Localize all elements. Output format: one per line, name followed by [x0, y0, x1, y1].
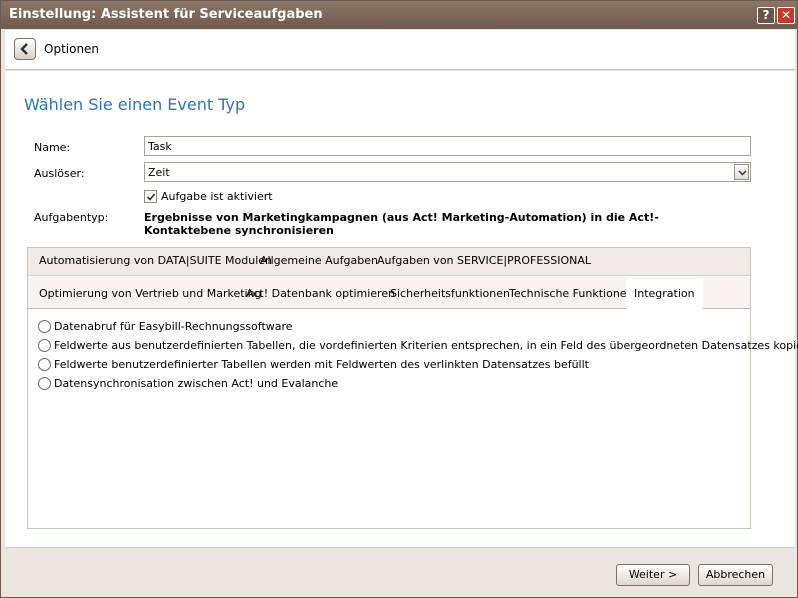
chevron-down-icon [738, 170, 747, 176]
dropdown-button[interactable] [734, 164, 749, 180]
window-title: Einstellung: Assistent für Serviceaufgab… [9, 7, 323, 22]
tab-technical[interactable]: Technische Funktionen [509, 287, 634, 300]
chevron-left-icon [20, 43, 28, 55]
name-label: Name: [34, 141, 71, 154]
wizard-window: Einstellung: Assistent für Serviceaufgab… [0, 0, 798, 598]
tab-security[interactable]: Sicherheitsfunktionen [390, 287, 510, 300]
tab-row-2: Optimierung von Vertrieb und Marketing A… [28, 277, 750, 309]
close-button[interactable]: ✕ [777, 7, 795, 24]
name-input[interactable]: Task [144, 136, 751, 156]
tab-general-tasks[interactable]: Allgemeine Aufgaben [260, 254, 378, 267]
tab-sales-marketing[interactable]: Optimierung von Vertrieb und Marketing [39, 287, 262, 300]
cancel-button[interactable]: Abbrechen [698, 564, 773, 586]
tab-data-suite-modules[interactable]: Automatisierung von DATA|SUITE Modulen [39, 254, 272, 267]
option-label[interactable]: Feldwerte aus benutzerdefinierten Tabell… [54, 339, 798, 352]
task-type-label: Aufgabentyp: [34, 211, 109, 224]
radio-button[interactable] [38, 358, 51, 371]
radio-button[interactable] [38, 339, 51, 352]
footer-bar: Weiter > Abbrechen [5, 547, 795, 595]
checkmark-icon [146, 193, 156, 201]
main-content: Wählen Sie einen Event Typ Name: Task Au… [5, 71, 798, 547]
option-label[interactable]: Datensynchronisation zwischen Act! und E… [54, 377, 338, 390]
trigger-select-value: Zeit [148, 166, 170, 179]
help-button[interactable]: ? [757, 7, 775, 24]
task-type-value: Ergebnisse von Marketingkampagnen (aus A… [144, 211, 659, 237]
tab-row-1: Automatisierung von DATA|SUITE Modulen A… [28, 248, 750, 276]
option-label[interactable]: Feldwerte benutzerdefinierter Tabellen w… [54, 358, 589, 371]
option-label[interactable]: Datenabruf für Easybill-Rechnungssoftwar… [54, 320, 293, 333]
radio-button[interactable] [38, 320, 51, 333]
back-label[interactable]: Optionen [44, 42, 99, 56]
task-tabs-panel: Automatisierung von DATA|SUITE Modulen A… [27, 247, 798, 529]
active-checkbox[interactable] [144, 190, 157, 203]
radio-button[interactable] [38, 377, 51, 390]
title-bar: Einstellung: Assistent für Serviceaufgab… [1, 1, 797, 29]
tab-database-optimize[interactable]: Act! Datenbank optimieren [246, 287, 395, 300]
tab-service-professional[interactable]: Aufgaben von SERVICE|PROFESSIONAL [377, 254, 591, 267]
next-button[interactable]: Weiter > [616, 564, 690, 586]
tab-integration[interactable]: Integration [626, 279, 703, 309]
active-checkbox-label[interactable]: Aufgabe ist aktiviert [161, 190, 273, 203]
back-button[interactable] [14, 38, 36, 60]
nav-bar: Optionen [5, 30, 795, 70]
trigger-label: Auslöser: [34, 167, 85, 180]
page-title: Wählen Sie einen Event Typ [24, 95, 246, 114]
trigger-select[interactable]: Zeit [144, 162, 751, 182]
